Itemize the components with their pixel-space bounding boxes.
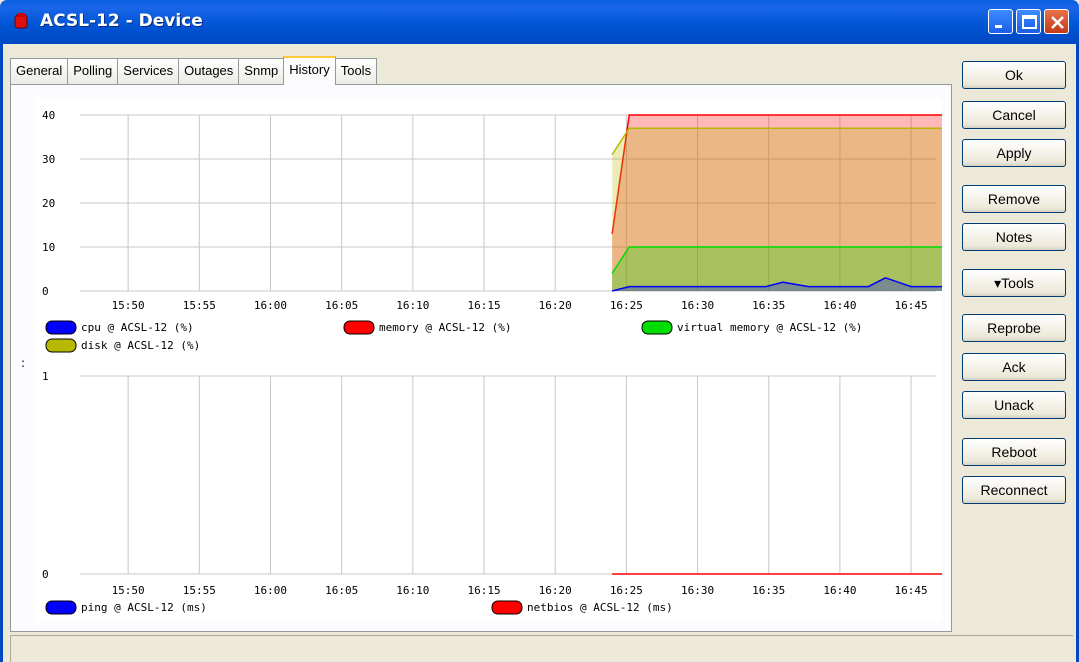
legend-swatch [343, 320, 375, 335]
x-tick-label: 16:00 [254, 299, 287, 312]
ok-button[interactable]: Ok [962, 61, 1066, 89]
apply-button[interactable]: Apply [962, 139, 1066, 167]
reprobe-button[interactable]: Reprobe [962, 314, 1066, 342]
x-tick-label: 16:45 [895, 584, 928, 597]
x-tick-label: 15:50 [112, 299, 145, 312]
response-time-chart: 15:50 15:55 16:00 16:05 16:10 16:15 16:20 16:25… [42, 370, 942, 615]
tab-snmp[interactable]: Snmp [238, 58, 285, 84]
tab-general[interactable]: General [10, 58, 69, 84]
minimize-button[interactable] [988, 9, 1013, 34]
y-tick-label: 10 [42, 241, 55, 254]
x-tick-label: 16:25 [610, 299, 643, 312]
x-tick-label: 16:30 [681, 299, 714, 312]
resource-usage-chart: 15:50 15:55 16:00 16:05 16:10 16:15 16:20 16:25… [42, 109, 942, 353]
x-tick-label: 15:50 [112, 584, 145, 597]
remove-button[interactable]: Remove [962, 185, 1066, 213]
window-title: ACSL-12 - Device [40, 11, 203, 31]
maximize-button[interactable] [1016, 9, 1041, 34]
legend-label: memory @ ACSL-12 (%) [379, 321, 511, 334]
legend-swatch [45, 320, 77, 335]
x-tick-label: 16:10 [396, 584, 429, 597]
legend-label: disk @ ACSL-12 (%) [81, 339, 200, 352]
title-bar[interactable]: ACSL-12 - Device [0, 0, 1079, 44]
x-tick-label: 16:25 [610, 584, 643, 597]
x-tick-label: 16:35 [752, 299, 785, 312]
y-tick-label: 40 [42, 109, 55, 122]
y-tick-label: 30 [42, 153, 55, 166]
x-tick-label: 16:05 [325, 299, 358, 312]
maximize-icon [1022, 15, 1037, 29]
x-tick-label: 15:55 [183, 299, 216, 312]
tab-outages[interactable]: Outages [178, 58, 240, 84]
ack-button[interactable]: Ack [962, 353, 1066, 381]
unack-button[interactable]: Unack [962, 391, 1066, 419]
legend-label: ping @ ACSL-12 (ms) [81, 601, 207, 614]
x-tick-label: 16:05 [325, 584, 358, 597]
tab-bar: General Polling Services Outages Snmp Hi… [10, 56, 378, 85]
x-tick-label: 16:15 [467, 299, 500, 312]
legend-label: netbios @ ACSL-12 (ms) [527, 601, 673, 614]
x-tick-label: 15:55 [183, 584, 216, 597]
legend-swatch [491, 600, 523, 615]
status-bar [10, 635, 1073, 662]
x-tick-label: 16:20 [539, 299, 572, 312]
splitter-handle[interactable]: : [21, 356, 25, 370]
tab-tools[interactable]: Tools [334, 58, 378, 84]
reconnect-button[interactable]: Reconnect [962, 476, 1066, 504]
x-tick-label: 16:40 [823, 299, 856, 312]
legend-label: cpu @ ACSL-12 (%) [81, 321, 194, 334]
x-tick-label: 16:40 [823, 584, 856, 597]
y-tick-label: 20 [42, 197, 55, 210]
cancel-button[interactable]: Cancel [962, 101, 1066, 129]
close-icon [1051, 16, 1064, 29]
reboot-button[interactable]: Reboot [962, 438, 1066, 466]
x-tick-label: 16:30 [681, 584, 714, 597]
x-tick-label: 16:20 [539, 584, 572, 597]
x-tick-label: 16:10 [396, 299, 429, 312]
tools-menu-button[interactable]: ▾Tools [962, 269, 1066, 297]
tab-services[interactable]: Services [117, 58, 180, 84]
graph-area: 15:50 15:55 16:00 16:05 16:10 16:15 16:20 16:25… [36, 98, 942, 622]
x-tick-label: 16:00 [254, 584, 287, 597]
notes-button[interactable]: Notes [962, 223, 1066, 251]
app-icon [14, 13, 28, 29]
y-tick-label: 0 [42, 568, 49, 581]
legend-swatch [45, 338, 77, 353]
tab-history[interactable]: History [283, 56, 336, 85]
legend-swatch [641, 320, 673, 335]
legend-swatch [45, 600, 77, 615]
x-tick-label: 16:45 [895, 299, 928, 312]
legend-label: virtual memory @ ACSL-12 (%) [677, 321, 862, 334]
x-tick-label: 16:15 [467, 584, 500, 597]
y-tick-label: 1 [42, 370, 49, 383]
y-tick-label: 0 [42, 285, 49, 298]
tab-polling[interactable]: Polling [67, 58, 119, 84]
x-tick-label: 16:35 [752, 584, 785, 597]
close-button[interactable] [1044, 9, 1069, 34]
minimize-icon [995, 25, 1002, 28]
